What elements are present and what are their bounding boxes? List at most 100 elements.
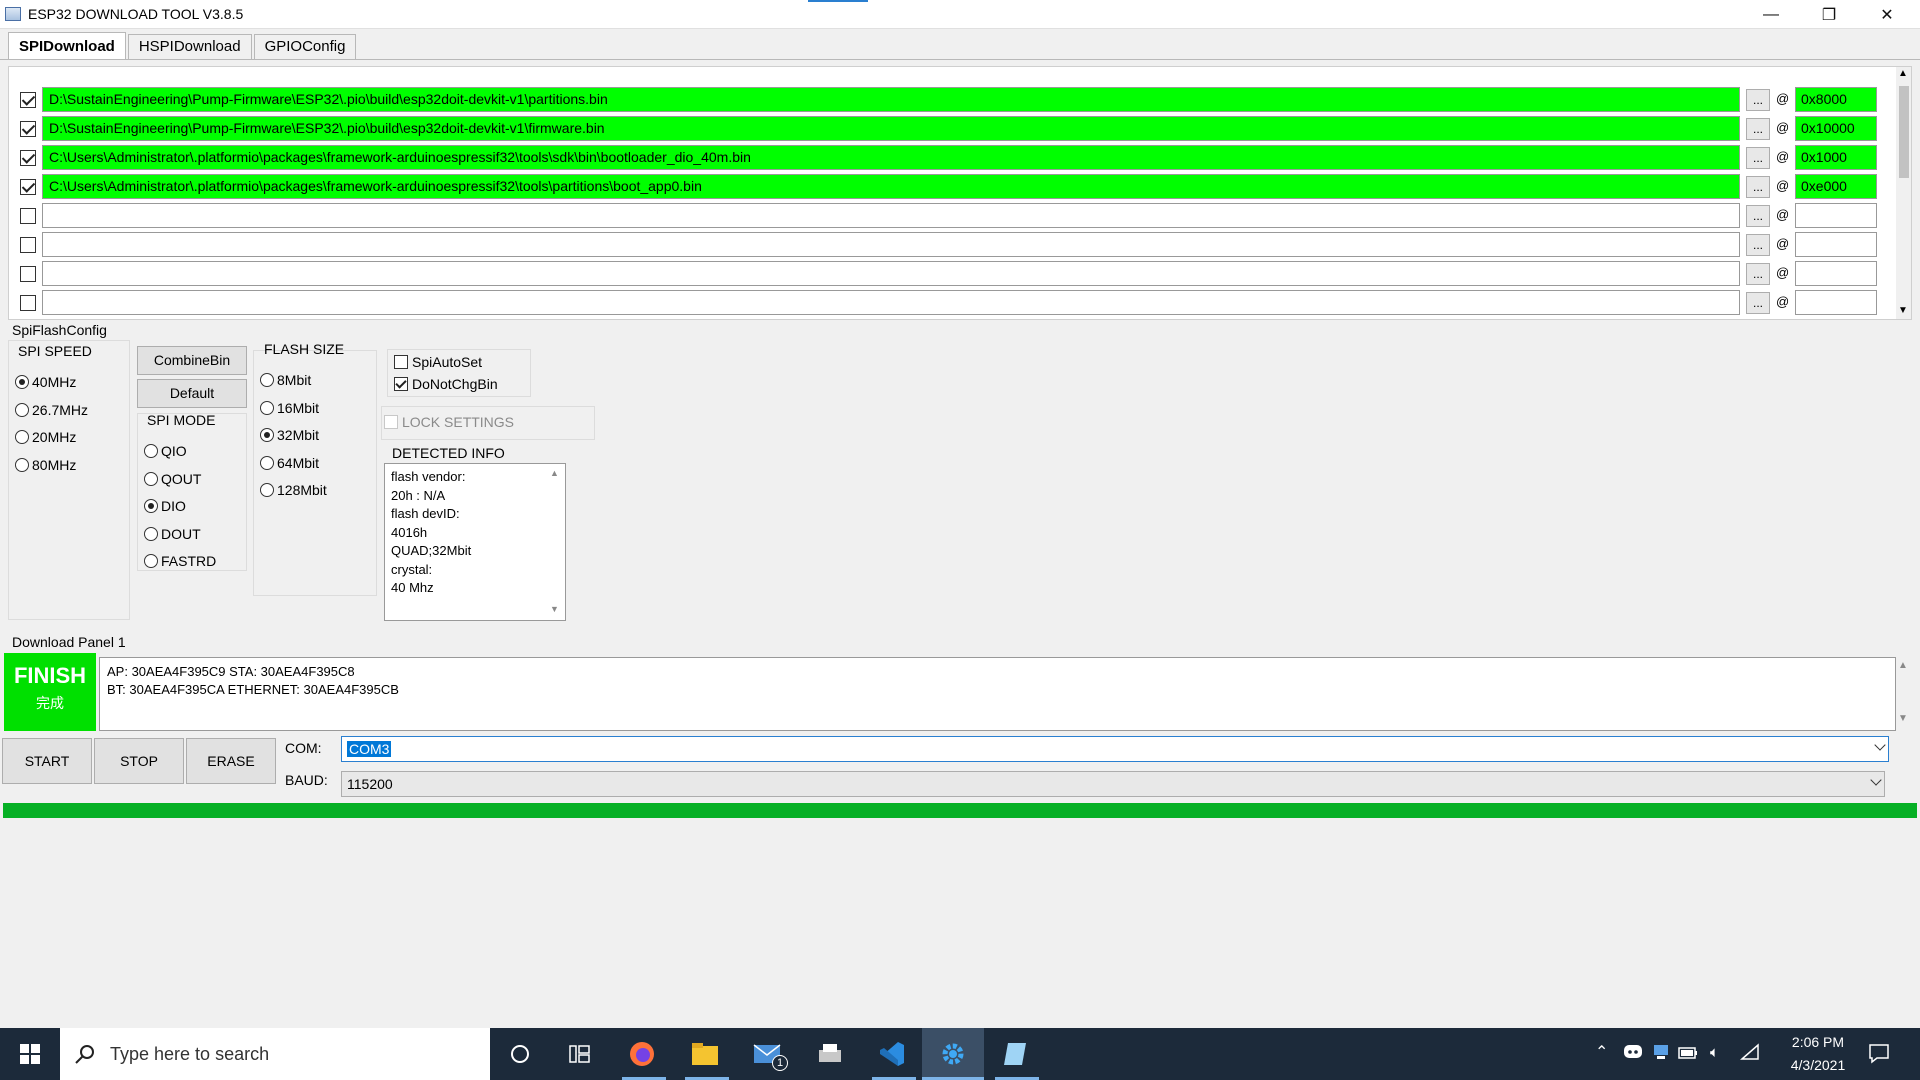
printer-icon[interactable] [810,1036,850,1072]
windows-start-icon[interactable] [10,1036,50,1072]
file-path-input[interactable]: D:\SustainEngineering\Pump-Firmware\ESP3… [42,87,1740,112]
battery-icon[interactable] [1678,1046,1698,1062]
log-scroll-up-icon[interactable]: ▲ [1898,660,1908,671]
scroll-down-icon[interactable]: ▼ [1898,305,1908,316]
file-explorer-icon[interactable] [685,1036,725,1072]
file-enable-checkbox[interactable] [20,295,36,311]
browse-button[interactable]: ... [1746,234,1770,256]
network-device-icon[interactable] [1652,1043,1670,1064]
radio-dot[interactable] [15,457,29,472]
radio-64mbit[interactable]: 64Mbit [260,455,319,471]
browse-button[interactable]: ... [1746,89,1770,111]
stop-button[interactable]: STOP [94,738,184,784]
radio-dot[interactable] [15,430,29,444]
maximize-button[interactable]: ❐ [1800,0,1858,29]
do-not-chg-bin-checkbox[interactable]: DoNotChgBin [394,376,498,392]
spi-auto-set-box[interactable] [394,355,408,369]
vscode-icon[interactable] [872,1036,912,1072]
file-path-input[interactable]: D:\SustainEngineering\Pump-Firmware\ESP3… [42,116,1740,141]
file-enable-checkbox[interactable] [20,237,36,253]
browse-button[interactable]: ... [1746,263,1770,285]
address-input[interactable]: 0x8000 [1795,87,1877,112]
detected-scroll-down-icon[interactable]: ▼ [550,604,559,614]
radio-80mhz[interactable]: 80MHz [15,457,76,473]
clock-date[interactable]: 4/3/2021 [1778,1057,1858,1073]
tab-gpioconfig[interactable]: GPIOConfig [253,34,357,59]
radio-dot[interactable] [260,428,274,442]
file-enable-checkbox[interactable] [20,150,36,166]
radio-dot[interactable] [260,483,274,497]
do-not-chg-bin-box[interactable] [394,377,408,391]
lock-settings-checkbox[interactable]: LOCK SETTINGS [384,414,514,430]
chevron-up-icon[interactable]: ⌃ [1595,1042,1608,1062]
radio-dot[interactable] [144,471,158,486]
speaker-icon[interactable]: 🔈︎ [1710,1044,1719,1061]
wifi-icon[interactable] [1740,1043,1760,1064]
browse-button[interactable]: ... [1746,176,1770,198]
radio-dout[interactable]: DOUT [144,526,201,542]
combine-bin-button[interactable]: CombineBin [137,346,247,375]
address-input[interactable] [1795,203,1877,228]
radio-dot[interactable] [144,444,158,458]
address-input[interactable] [1795,232,1877,257]
log-output[interactable]: AP: 30AEA4F395C9 STA: 30AEA4F395C8 BT: 3… [99,657,1896,731]
file-enable-checkbox[interactable] [20,208,36,224]
browse-button[interactable]: ... [1746,147,1770,169]
address-input[interactable]: 0x10000 [1795,116,1877,141]
clock-time[interactable]: 2:06 PM [1778,1034,1858,1050]
close-button[interactable]: ✕ [1858,0,1916,29]
gear-icon[interactable] [933,1036,973,1072]
radio-dot[interactable] [144,526,158,541]
file-path-input[interactable]: C:\Users\Administrator\.platformio\packa… [42,174,1740,199]
radio-dot[interactable] [260,455,274,470]
spi-auto-set-checkbox[interactable]: SpiAutoSet [394,354,482,370]
address-input[interactable]: 0x1000 [1795,145,1877,170]
file-path-input[interactable] [42,232,1740,257]
erase-button[interactable]: ERASE [186,738,276,784]
radio-dot[interactable] [260,400,274,415]
radio-qio[interactable]: QIO [144,443,187,459]
radio-dio[interactable]: DIO [144,498,186,514]
address-input[interactable] [1795,290,1877,315]
browse-button[interactable]: ... [1746,118,1770,140]
radio-dot[interactable] [15,402,29,417]
file-path-input[interactable]: C:\Users\Administrator\.platformio\packa… [42,145,1740,170]
radio-dot[interactable] [144,554,158,568]
tab-spidownload[interactable]: SPIDownload [8,32,126,59]
radio-dot[interactable] [260,373,274,387]
file-path-input[interactable] [42,290,1740,315]
scrollbar-thumb[interactable] [1899,86,1909,178]
radio-40mhz[interactable]: 40MHz [15,374,76,390]
address-input[interactable] [1795,261,1877,286]
baud-select[interactable]: 115200 [341,771,1885,797]
file-enable-checkbox[interactable] [20,92,36,108]
radio-16mbit[interactable]: 16Mbit [260,400,319,416]
firefox-icon[interactable] [622,1036,662,1072]
radio-8mbit[interactable]: 8Mbit [260,372,311,388]
radio-qout[interactable]: QOUT [144,471,201,487]
radio-128mbit[interactable]: 128Mbit [260,482,327,498]
scroll-up-icon[interactable]: ▲ [1898,68,1908,79]
file-path-input[interactable] [42,261,1740,286]
address-input[interactable]: 0xe000 [1795,174,1877,199]
tab-hspidownload[interactable]: HSPIDownload [127,34,252,59]
radio-32mbit[interactable]: 32Mbit [260,427,319,443]
file-path-input[interactable] [42,203,1740,228]
default-button[interactable]: Default [137,379,247,408]
radio-dot[interactable] [15,375,29,389]
browse-button[interactable]: ... [1746,205,1770,227]
file-enable-checkbox[interactable] [20,121,36,137]
minimize-button[interactable]: — [1742,0,1800,29]
notepad-icon[interactable] [995,1036,1035,1072]
browse-button[interactable]: ... [1746,292,1770,314]
detected-scroll-up-icon[interactable]: ▲ [550,468,559,478]
chevron-down-icon[interactable] [1874,739,1886,751]
radio-20mhz[interactable]: 20MHz [15,429,76,445]
notification-icon[interactable] [1868,1042,1890,1067]
cortana-icon[interactable] [500,1036,540,1072]
file-enable-checkbox[interactable] [20,179,36,195]
task-view-icon[interactable] [560,1036,600,1072]
radio-fastrd[interactable]: FASTRD [144,553,216,569]
chevron-down-icon[interactable] [1870,774,1882,786]
log-scroll-down-icon[interactable]: ▼ [1898,713,1908,724]
